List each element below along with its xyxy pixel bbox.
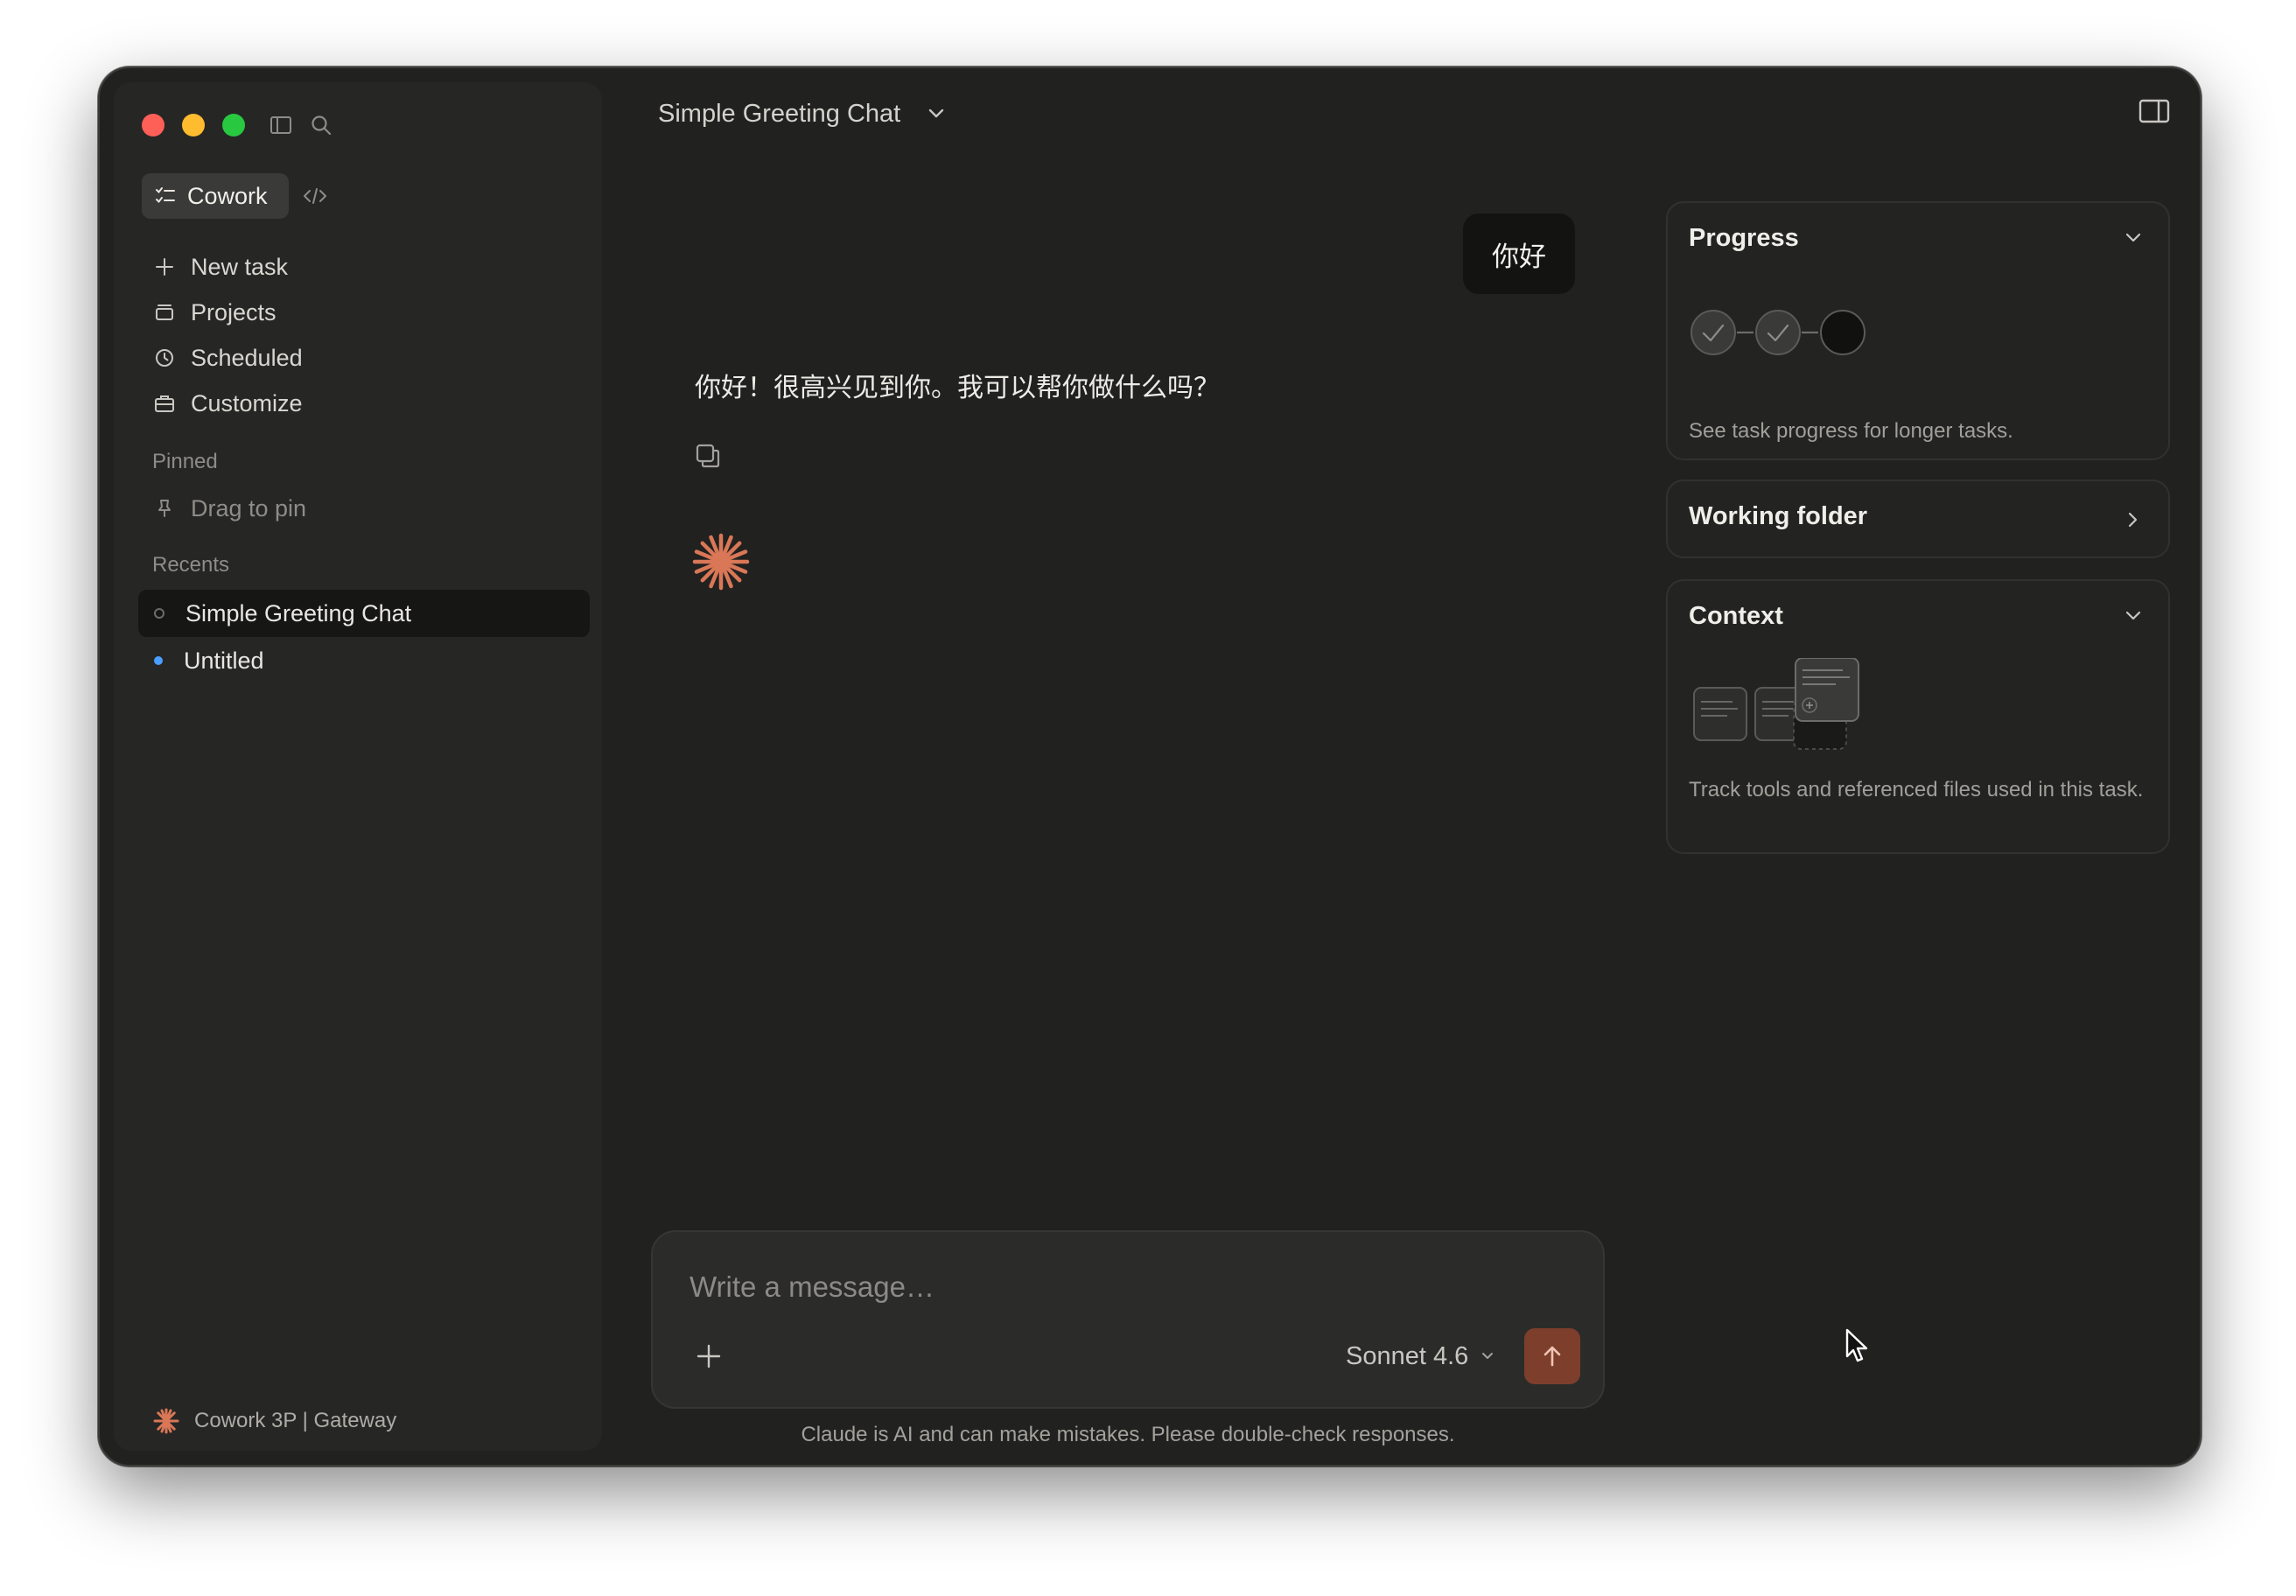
recent-chat-label: Simple Greeting Chat [186, 599, 412, 626]
minimize-window-button[interactable] [182, 114, 205, 136]
scheduled-label: Scheduled [191, 344, 303, 371]
page-title: Simple Greeting Chat [658, 99, 901, 128]
context-files-illustration [1693, 658, 1859, 750]
briefcase-icon [155, 396, 174, 412]
chevron-down-icon [929, 108, 944, 118]
maximize-window-button[interactable] [222, 114, 245, 136]
recent-chat-item[interactable]: Simple Greeting Chat [138, 590, 590, 637]
workspace-label: Cowork 3P | Gateway [194, 1409, 397, 1432]
close-window-button[interactable] [142, 114, 164, 136]
chat-status-dot [154, 608, 164, 619]
scheduled-button[interactable]: Scheduled [142, 338, 588, 378]
recents-section-label: Recents [152, 553, 230, 577]
cowork-mode-button[interactable]: Cowork [142, 173, 289, 219]
progress-card: Progress See task progress for longer ta… [1666, 201, 2170, 460]
copy-icon[interactable] [693, 441, 723, 471]
folder-icon [156, 304, 173, 320]
claude-spark-icon [153, 1408, 179, 1434]
pinned-section-label: Pinned [152, 450, 218, 473]
claude-thinking-spark-icon [692, 533, 750, 591]
context-card: Context Track tools and referenced files… [1666, 579, 2170, 854]
message-input[interactable] [688, 1262, 1479, 1312]
customize-button[interactable]: Customize [142, 383, 588, 424]
context-title: Context [1689, 602, 1783, 630]
chat-title-dropdown[interactable]: Simple Greeting Chat [658, 93, 948, 135]
unread-dot [154, 656, 163, 665]
chevron-down-icon [1482, 1353, 1494, 1359]
drag-to-pin-label: Drag to pin [191, 494, 307, 522]
cowork-mode-label: Cowork [187, 182, 268, 209]
pin-icon [158, 500, 171, 517]
customize-label: Customize [191, 389, 303, 416]
working-folder-title: Working folder [1689, 502, 1868, 530]
progress-steps-illustration [1690, 310, 1866, 355]
mouse-cursor-icon [1845, 1328, 1868, 1362]
projects-label: Projects [191, 298, 276, 326]
arrow-up-icon [1544, 1346, 1561, 1367]
search-icon[interactable] [308, 112, 334, 138]
chevron-right-icon [2128, 512, 2138, 528]
app-window: Cowork New task Projects Scheduled Custo… [98, 66, 2202, 1466]
checklist-icon [156, 187, 175, 204]
send-button[interactable] [1524, 1328, 1580, 1384]
recent-chat-item[interactable]: Untitled [138, 637, 590, 684]
drag-to-pin-hint: Drag to pin [142, 488, 588, 528]
model-label: Sonnet 4.6 [1346, 1341, 1469, 1370]
context-description: Track tools and referenced files used in… [1689, 778, 2144, 802]
right-panel-toggle-icon[interactable] [2138, 98, 2170, 124]
code-mode-icon[interactable] [301, 182, 329, 210]
progress-description: See task progress for longer tasks. [1689, 419, 2013, 443]
workspace-footer[interactable]: Cowork 3P | Gateway [152, 1404, 396, 1438]
plus-icon [156, 258, 173, 276]
new-task-label: New task [191, 253, 289, 280]
working-folder-card[interactable]: Working folder [1666, 480, 2170, 558]
chevron-down-icon[interactable] [2121, 604, 2146, 628]
model-selector[interactable]: Sonnet 4.6 [1346, 1339, 1496, 1374]
projects-button[interactable]: Projects [142, 292, 588, 332]
user-message-bubble: 你好 [1463, 214, 1575, 294]
recent-chat-label: Untitled [184, 647, 264, 674]
progress-title: Progress [1689, 224, 1799, 252]
assistant-message: 你好！很高兴见到你。我可以帮你做什么吗？ [695, 373, 1220, 403]
sidebar-toggle-icon[interactable] [268, 112, 294, 138]
new-task-button[interactable]: New task [142, 247, 588, 287]
message-composer: Sonnet 4.6 [651, 1230, 1605, 1409]
sidebar: Cowork New task Projects Scheduled Custo… [114, 82, 602, 1451]
add-attachment-button[interactable] [691, 1339, 726, 1374]
clock-icon [156, 349, 173, 367]
ai-disclaimer: Claude is AI and can make mistakes. Plea… [801, 1423, 1455, 1446]
chevron-down-icon[interactable] [2121, 226, 2146, 250]
